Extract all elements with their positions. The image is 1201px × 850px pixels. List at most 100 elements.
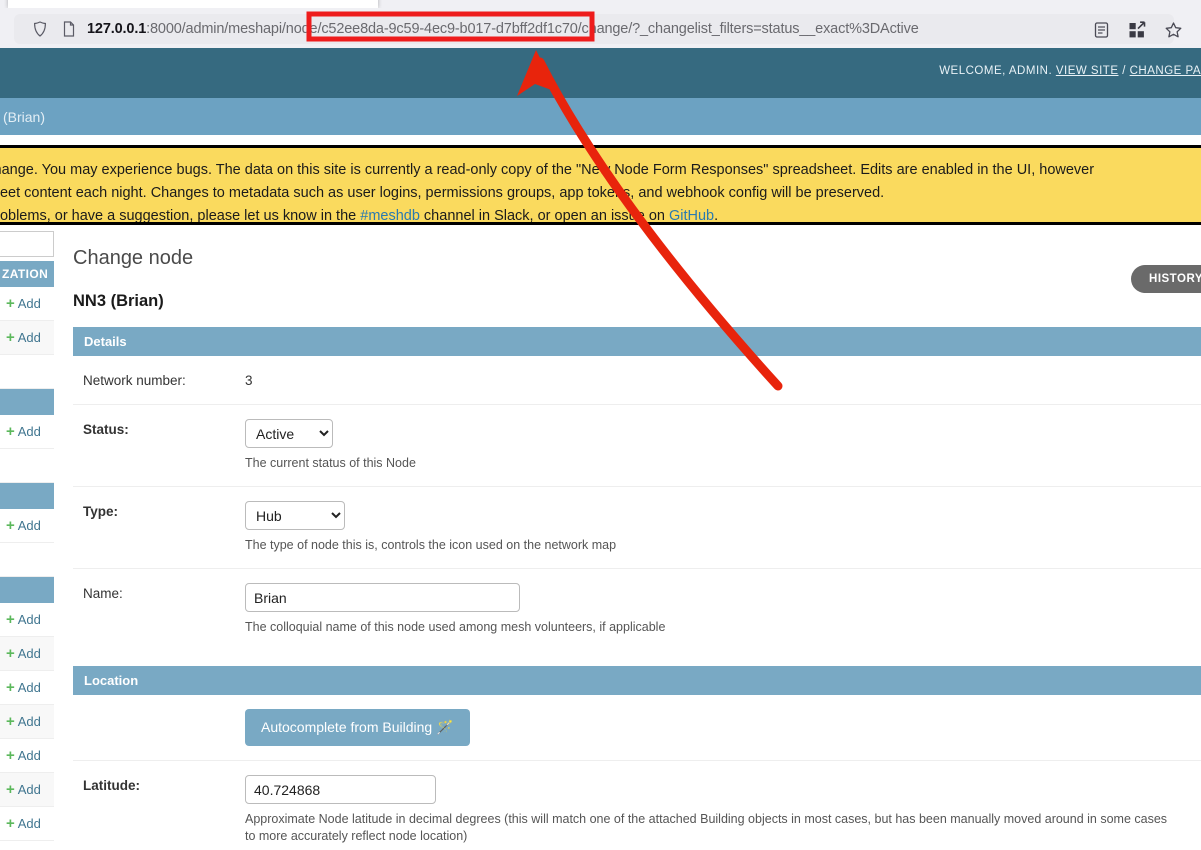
- warning-line-3: u experience problems, or have a suggest…: [0, 205, 1201, 224]
- field-control: Active The current status of this Node: [245, 419, 1201, 472]
- sidebar-add-label: Add: [17, 612, 41, 627]
- form-row-latitude: Latitude: Approximate Node latitude in d…: [73, 761, 1201, 850]
- sidebar-item-add[interactable]: + Add: [0, 739, 54, 773]
- sidebar-item-add[interactable]: + Add: [0, 321, 54, 355]
- sidebar-item-add[interactable]: + Add: [0, 705, 54, 739]
- url-host: 127.0.0.1: [87, 21, 147, 37]
- form-row-network-number: Network number: 3: [73, 356, 1201, 405]
- field-label: Name:: [83, 586, 123, 601]
- breadcrumb-text: (Brian): [3, 108, 46, 125]
- sidebar-item-add[interactable]: + Add: [0, 807, 54, 841]
- sidebar-add-label: Add: [17, 816, 41, 831]
- sidebar-add-label: Add: [17, 330, 41, 345]
- sidebar-item-blank[interactable]: [0, 355, 54, 389]
- plus-icon: +: [6, 645, 15, 662]
- sidebar-add-label: Add: [17, 782, 41, 797]
- plus-icon: +: [6, 781, 15, 798]
- form-row-status: Status: Active The current status of thi…: [73, 405, 1201, 487]
- field-label: [73, 709, 245, 712]
- browser-chrome: 127.0.0.1:8000/admin/meshapi/node/c52ee8…: [0, 0, 1201, 48]
- form-row-name: Name: The colloquial name of this node u…: [73, 569, 1201, 650]
- type-select[interactable]: Hub: [245, 501, 345, 530]
- name-input[interactable]: [245, 583, 520, 612]
- field-label: Status:: [83, 422, 129, 437]
- field-control: 3: [245, 370, 1201, 388]
- github-link[interactable]: GitHub: [669, 208, 714, 222]
- fieldset-details: Details Network number: 3 Status: Active…: [73, 327, 1201, 650]
- sidebar-add-label: Add: [17, 714, 41, 729]
- plus-icon: +: [6, 713, 15, 730]
- sidebar-search-input[interactable]: [0, 231, 54, 257]
- warning-line-2: th the spreadsheet content each night. C…: [0, 185, 885, 201]
- warning-line-3-post: .: [714, 208, 719, 224]
- main-content: Change node HISTORY NN3 (Brian) Details …: [54, 225, 1201, 850]
- latitude-input[interactable]: [245, 775, 436, 804]
- warning-line-1: nd subject to change. You may experience…: [0, 162, 1095, 178]
- browser-tab[interactable]: [8, 0, 378, 8]
- fieldset-legend: Details: [73, 327, 1201, 356]
- plus-icon: +: [6, 295, 15, 312]
- shield-icon[interactable]: [31, 20, 49, 38]
- field-control: Approximate Node latitude in decimal deg…: [245, 775, 1201, 845]
- page-icon[interactable]: [61, 20, 77, 38]
- warning-line-3-pre: u experience problems, or have a suggest…: [0, 208, 357, 224]
- username-label: ADMIN.: [1008, 65, 1053, 77]
- sidebar-section-header: [0, 483, 54, 509]
- sidebar-item-add[interactable]: + Add: [0, 671, 54, 705]
- field-control: Autocomplete from Building 🪄: [245, 709, 1201, 746]
- sidebar-item-blank[interactable]: [0, 449, 54, 483]
- sidebar-add-label: Add: [17, 424, 41, 439]
- sidebar-item-add[interactable]: + Add: [0, 603, 54, 637]
- sidebar-section-header: [0, 577, 54, 603]
- sidebar-section-header: ZATION: [0, 261, 54, 287]
- field-help-text: Approximate Node latitude in decimal deg…: [245, 812, 1168, 843]
- sidebar-item-add[interactable]: + Add: [0, 509, 54, 543]
- plus-icon: +: [6, 329, 15, 346]
- plus-icon: +: [6, 517, 15, 534]
- field-label: Latitude:: [83, 778, 140, 793]
- plus-icon: +: [6, 747, 15, 764]
- reader-view-icon[interactable]: [1093, 21, 1110, 39]
- admin-sidebar: ZATION + Add + Add + Add + Add + Add + Add + Ad…: [0, 225, 55, 850]
- field-control: Hub The type of node this is, controls t…: [245, 501, 1201, 554]
- user-tools: WELCOME, ADMIN. VIEW SITE / CHANGE PA: [939, 65, 1201, 77]
- sidebar-add-label: Add: [17, 296, 41, 311]
- status-select[interactable]: Active: [245, 419, 333, 448]
- sidebar-section-header: [0, 389, 54, 415]
- breadcrumb: (Brian): [0, 98, 1201, 135]
- url-bar[interactable]: 127.0.0.1:8000/admin/meshapi/node/c52ee8…: [14, 14, 1174, 44]
- url-path: :8000/admin/meshapi/node/c52ee8da-9c59-4…: [146, 21, 919, 37]
- sidebar-item-add[interactable]: + Add: [0, 415, 54, 449]
- field-label: Network number:: [83, 373, 186, 388]
- sidebar-item-add[interactable]: + Add: [0, 773, 54, 807]
- fieldset-legend: Location: [73, 666, 1201, 695]
- autocomplete-from-building-button[interactable]: Autocomplete from Building 🪄: [245, 709, 470, 746]
- browser-toolbar: 127.0.0.1:8000/admin/meshapi/node/c52ee8…: [0, 8, 1201, 48]
- fieldset-location: Location Autocomplete from Building 🪄 La…: [73, 666, 1201, 850]
- history-button[interactable]: HISTORY: [1131, 265, 1201, 293]
- plus-icon: +: [6, 815, 15, 832]
- change-password-link[interactable]: CHANGE PA: [1130, 65, 1201, 77]
- field-help-text: The current status of this Node: [245, 456, 416, 470]
- plus-icon: +: [6, 679, 15, 696]
- extensions-icon[interactable]: [1128, 21, 1146, 39]
- view-site-link[interactable]: VIEW SITE: [1056, 65, 1119, 77]
- bookmark-star-icon[interactable]: [1164, 21, 1183, 39]
- field-control: The colloquial name of this node used am…: [245, 583, 1201, 636]
- browser-tool-icons: [1093, 21, 1183, 39]
- form-row-type: Type: Hub The type of node this is, cont…: [73, 487, 1201, 569]
- warning-banner: nd subject to change. You may experience…: [0, 145, 1201, 225]
- sidebar-add-label: Add: [17, 646, 41, 661]
- network-number-value: 3: [245, 373, 253, 388]
- plus-icon: +: [6, 611, 15, 628]
- sidebar-item-blank[interactable]: [0, 543, 54, 577]
- sidebar-item-add[interactable]: + Add: [0, 637, 54, 671]
- sidebar-item-add[interactable]: + Add: [0, 287, 54, 321]
- user-tools-separator: /: [1122, 65, 1126, 77]
- browser-tabstrip: [0, 0, 1201, 8]
- object-name: NN3 (Brian): [73, 292, 164, 310]
- plus-icon: +: [6, 423, 15, 440]
- welcome-text: WELCOME,: [939, 65, 1006, 77]
- form-row-autocomplete: Autocomplete from Building 🪄: [73, 695, 1201, 761]
- meshdb-channel-link[interactable]: #meshdb: [360, 208, 420, 222]
